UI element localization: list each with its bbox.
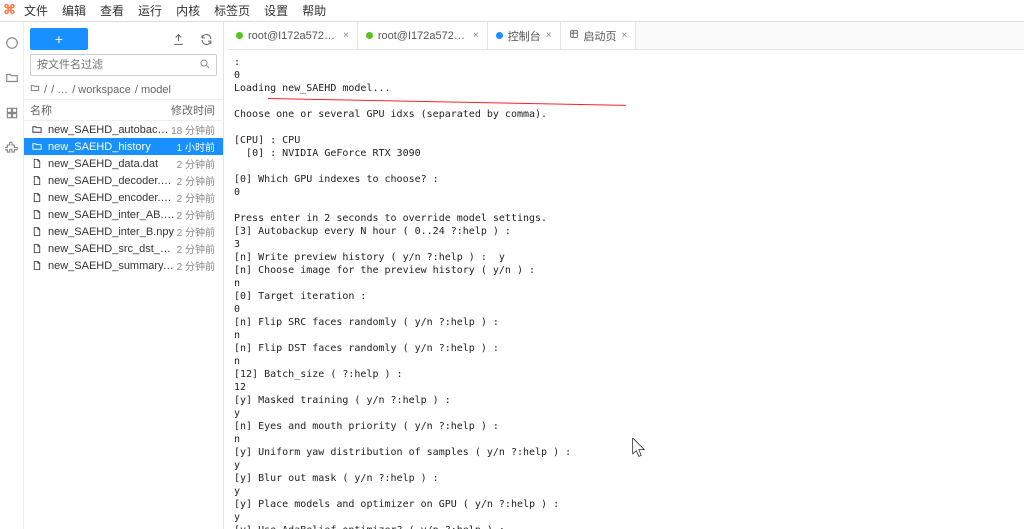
refresh-icon[interactable]: [195, 28, 217, 50]
console-dot-icon: [496, 32, 503, 39]
new-button[interactable]: +: [30, 28, 88, 50]
file-icon: [30, 175, 44, 187]
folder-icon: [30, 124, 44, 136]
file-time: 2 分钟前: [177, 241, 215, 256]
file-row[interactable]: new_SAEHD_inter_B.npy2 分钟前: [24, 223, 223, 240]
tab[interactable]: root@I172a57299d04101183 ×: [228, 22, 358, 49]
file-row[interactable]: new_SAEHD_decoder.npy2 分钟前: [24, 172, 223, 189]
menu-item[interactable]: 标签页: [214, 2, 250, 19]
circle-icon[interactable]: [5, 36, 19, 53]
tab-label: 控制台: [508, 28, 541, 44]
tab[interactable]: 启动页 ×: [561, 22, 637, 49]
search-input[interactable]: [30, 54, 217, 76]
breadcrumb[interactable]: / / … / workspace / model: [24, 80, 223, 99]
search-icon: [199, 58, 211, 73]
file-row[interactable]: new_SAEHD_summary.txt2 分钟前: [24, 257, 223, 274]
breadcrumb-segment[interactable]: / workspace: [72, 84, 131, 96]
file-icon: [30, 158, 44, 170]
file-name: new_SAEHD_src_dst_opt.npy: [48, 243, 177, 255]
menu-item[interactable]: 运行: [138, 2, 162, 19]
component-icon[interactable]: [5, 106, 19, 123]
folder-icon[interactable]: [5, 71, 19, 88]
file-name: new_SAEHD_summary.txt: [48, 260, 177, 272]
breadcrumb-segment[interactable]: / …: [51, 84, 68, 96]
activity-bar: [0, 22, 24, 529]
menu-item[interactable]: 编辑: [62, 2, 86, 19]
tab-label: 启动页: [584, 28, 617, 44]
file-name: new_SAEHD_inter_AB.npy: [48, 209, 177, 221]
file-time: 2 分钟前: [177, 156, 215, 171]
file-time: 2 分钟前: [177, 190, 215, 205]
col-time: 修改时间: [171, 102, 215, 118]
file-time: 18 分钟前: [171, 122, 215, 137]
upload-icon[interactable]: [167, 28, 189, 50]
file-time: 2 分钟前: [177, 173, 215, 188]
terminal-output[interactable]: : 0 Loading new_SAEHD model... Choose on…: [228, 50, 1024, 529]
close-icon[interactable]: ×: [473, 30, 479, 41]
menu-bar: 文件编辑查看运行内核标签页设置帮助: [0, 0, 1024, 22]
file-time: 1 小时前: [177, 139, 215, 154]
tab-bar: root@I172a57299d04101183×root@I172a57299…: [228, 22, 1024, 50]
close-icon[interactable]: ×: [343, 30, 349, 41]
folder-icon: [30, 141, 44, 153]
folder-icon: [30, 83, 40, 96]
main-area: root@I172a57299d04101183×root@I172a57299…: [228, 22, 1024, 529]
tab[interactable]: 控制台 ×: [488, 22, 561, 49]
terminal-dot-icon: [366, 32, 373, 39]
file-name: new_SAEHD_autobackups: [48, 124, 171, 136]
column-headers: 名称 修改时间: [24, 99, 223, 121]
breadcrumb-segment[interactable]: /: [44, 84, 47, 96]
file-name: new_SAEHD_data.dat: [48, 158, 177, 170]
file-icon: [30, 260, 44, 272]
close-icon[interactable]: ×: [622, 30, 628, 41]
menu-item[interactable]: 文件: [24, 2, 48, 19]
file-row[interactable]: new_SAEHD_inter_AB.npy2 分钟前: [24, 206, 223, 223]
menu-item[interactable]: 设置: [264, 2, 288, 19]
file-list: new_SAEHD_autobackups18 分钟前new_SAEHD_his…: [24, 121, 223, 529]
close-icon[interactable]: ×: [546, 30, 552, 41]
file-icon: [30, 243, 44, 255]
file-row[interactable]: new_SAEHD_encoder.npy2 分钟前: [24, 189, 223, 206]
file-icon: [30, 192, 44, 204]
file-name: new_SAEHD_history: [48, 141, 177, 153]
tab-label: root@I172a57299d04101183: [378, 30, 468, 42]
menu-item[interactable]: 内核: [176, 2, 200, 19]
tab[interactable]: root@I172a57299d04101183 ×: [358, 22, 488, 49]
file-name: new_SAEHD_decoder.npy: [48, 175, 177, 187]
file-row[interactable]: new_SAEHD_data.dat2 分钟前: [24, 155, 223, 172]
file-row[interactable]: new_SAEHD_history1 小时前: [24, 138, 223, 155]
file-time: 2 分钟前: [177, 224, 215, 239]
terminal-dot-icon: [236, 32, 243, 39]
col-name: 名称: [30, 102, 171, 118]
file-row[interactable]: new_SAEHD_autobackups18 分钟前: [24, 121, 223, 138]
file-time: 2 分钟前: [177, 258, 215, 273]
launcher-icon: [569, 29, 579, 42]
file-sidebar: + / / … / workspace / model 名称 修改时间 new_…: [24, 22, 224, 529]
file-name: new_SAEHD_inter_B.npy: [48, 226, 177, 238]
puzzle-icon[interactable]: [5, 141, 19, 158]
file-icon: [30, 209, 44, 221]
menu-item[interactable]: 查看: [100, 2, 124, 19]
file-icon: [30, 226, 44, 238]
tab-label: root@I172a57299d04101183: [248, 30, 338, 42]
brand-icon: ⌘: [3, 2, 16, 18]
menu-item[interactable]: 帮助: [302, 2, 326, 19]
file-time: 2 分钟前: [177, 207, 215, 222]
file-name: new_SAEHD_encoder.npy: [48, 192, 177, 204]
file-row[interactable]: new_SAEHD_src_dst_opt.npy2 分钟前: [24, 240, 223, 257]
breadcrumb-segment[interactable]: / model: [135, 84, 171, 96]
